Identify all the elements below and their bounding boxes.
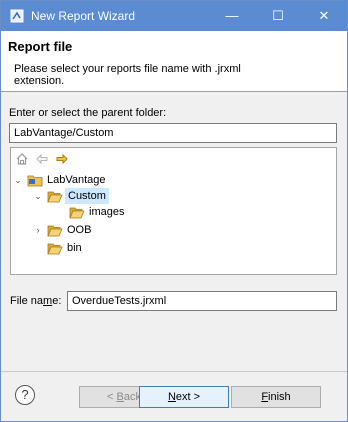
help-button[interactable]: ? xyxy=(15,385,35,405)
minimize-button[interactable]: — xyxy=(209,1,255,31)
open-folder-icon xyxy=(47,191,63,203)
expand-toggle[interactable]: ⌄ xyxy=(33,188,43,204)
wizard-header: Report file Please select your reports f… xyxy=(1,31,347,92)
maximize-button[interactable]: ☐ xyxy=(255,1,301,31)
forward-arrow-icon[interactable] xyxy=(55,152,69,166)
collapse-toggle[interactable]: › xyxy=(33,222,43,238)
open-folder-icon xyxy=(47,243,63,255)
tree-node-label: images xyxy=(89,206,125,218)
window-title: New Report Wizard xyxy=(31,9,136,23)
title-bar[interactable]: New Report Wizard — ☐ ✕ xyxy=(1,1,347,31)
page-title: Report file xyxy=(8,39,73,54)
wizard-app-icon xyxy=(10,9,24,23)
project-folder-icon xyxy=(27,175,43,187)
tree-node-bin[interactable]: bin xyxy=(47,240,107,256)
tree-node-oob[interactable]: › OOB xyxy=(31,222,111,238)
tree-node-label: OOB xyxy=(67,224,92,236)
file-name-label: File name: xyxy=(10,295,62,307)
folder-tree[interactable]: ⌄ LabVantage ⌄ Custom images › OOB bin xyxy=(10,147,337,275)
parent-folder-input[interactable] xyxy=(9,123,337,143)
home-icon[interactable] xyxy=(15,152,29,166)
page-description: Please select your reports file name wit… xyxy=(14,63,241,87)
open-folder-icon xyxy=(47,225,63,237)
tree-node-label: LabVantage xyxy=(47,174,106,186)
tree-node-labvantage[interactable]: ⌄ LabVantage xyxy=(13,172,133,188)
file-name-input[interactable] xyxy=(67,291,337,311)
expand-toggle[interactable]: ⌄ xyxy=(13,172,23,188)
tree-node-label: bin xyxy=(67,242,82,254)
next-button[interactable]: Next > xyxy=(139,386,229,408)
tree-node-images[interactable]: images xyxy=(69,204,149,220)
tree-node-custom[interactable]: ⌄ Custom xyxy=(31,188,151,204)
finish-button[interactable]: Finish xyxy=(231,386,321,408)
parent-folder-label: Enter or select the parent folder: xyxy=(9,107,167,119)
footer-divider xyxy=(1,371,347,372)
back-arrow-icon[interactable] xyxy=(35,152,49,166)
close-button[interactable]: ✕ xyxy=(301,1,347,31)
wizard-window: New Report Wizard — ☐ ✕ Report file Plea… xyxy=(0,0,348,422)
open-folder-icon xyxy=(69,207,85,219)
tree-node-label: Custom xyxy=(65,188,109,204)
